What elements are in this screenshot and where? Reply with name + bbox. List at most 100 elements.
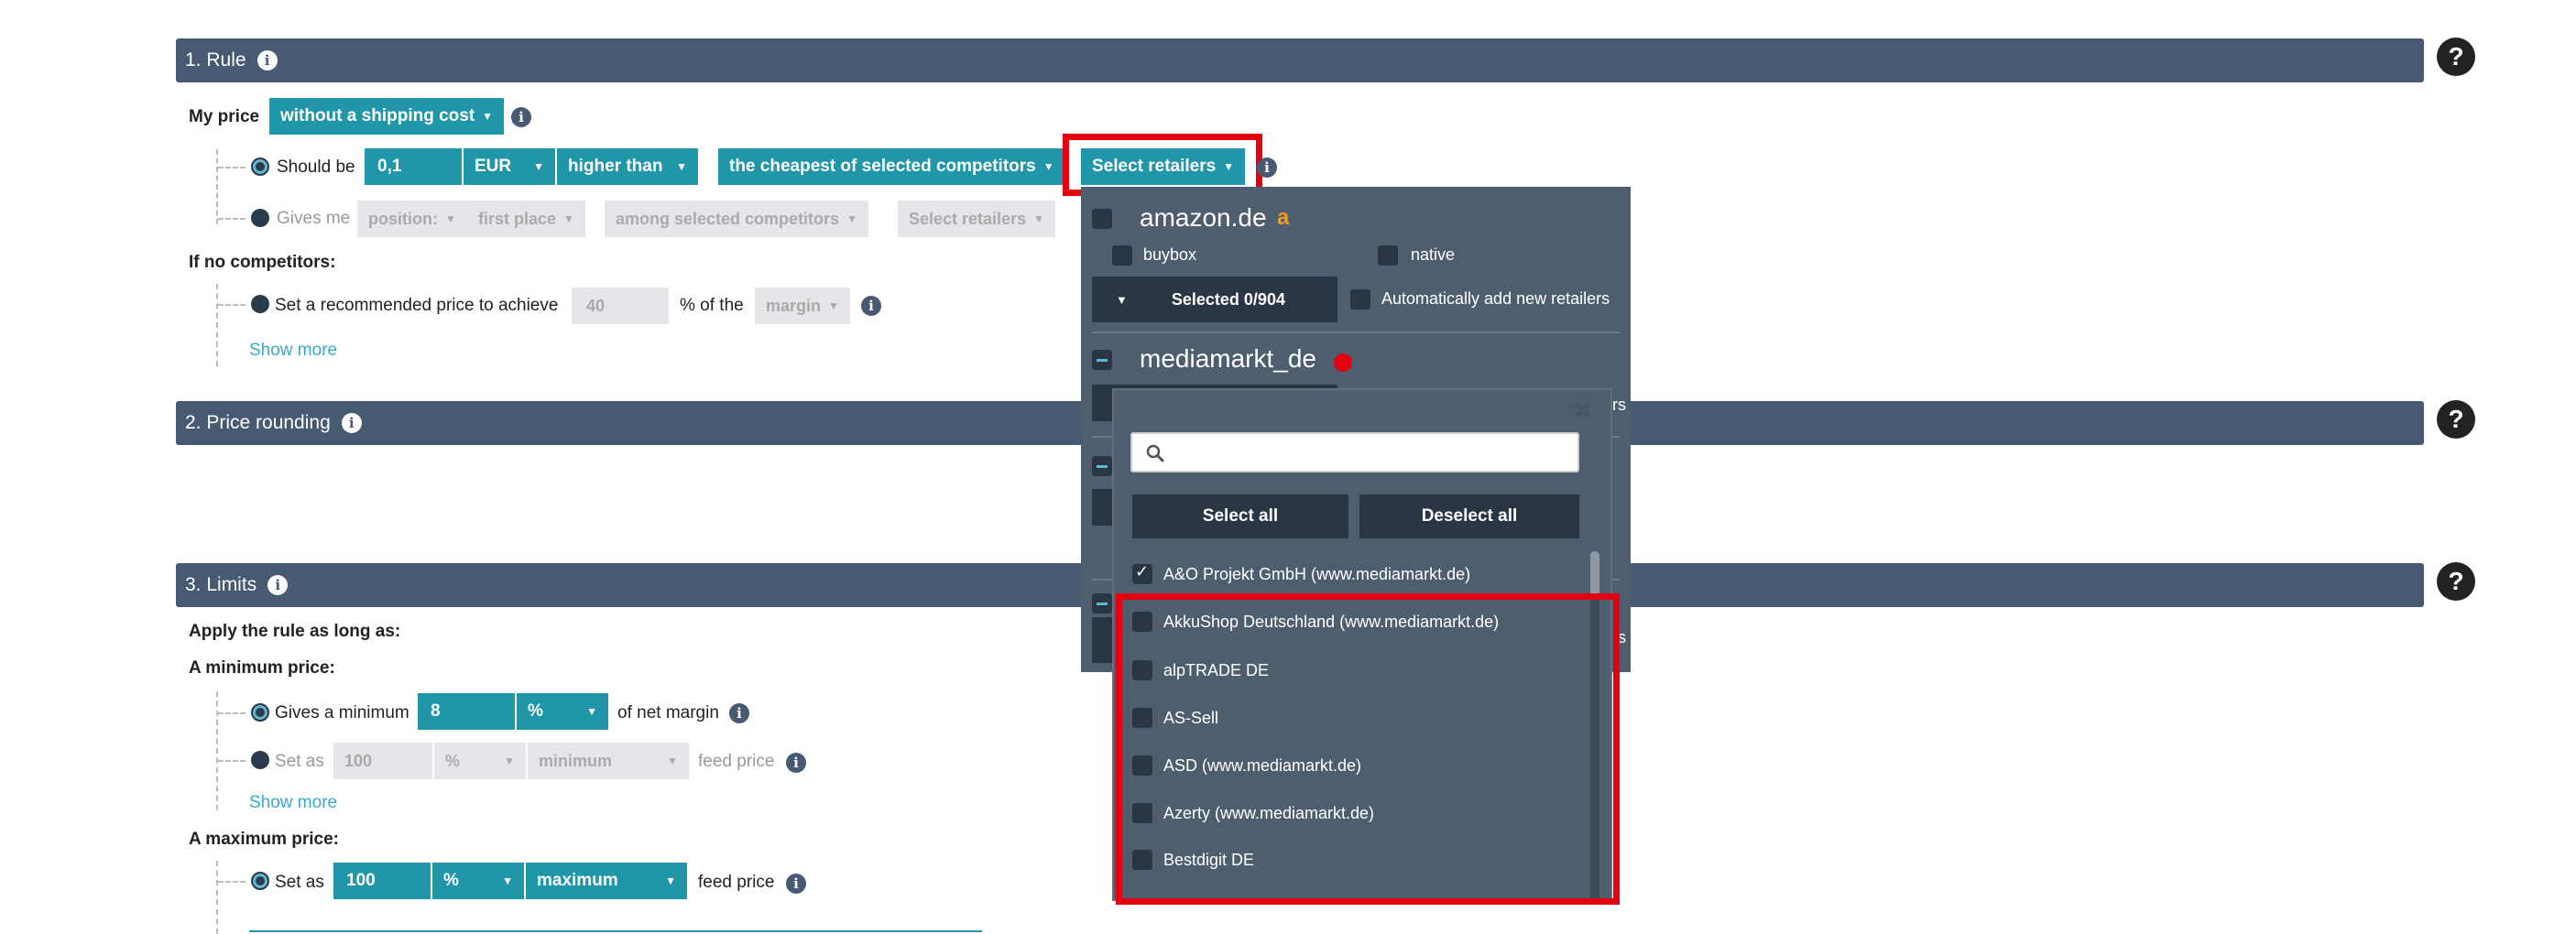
info-icon[interactable]: i	[267, 575, 289, 595]
amount-input[interactable]: 0,1	[365, 148, 464, 185]
help-icon[interactable]: ?	[2437, 400, 2475, 439]
native-checkbox[interactable]	[1378, 245, 1398, 266]
mediamarkt-logo-icon	[1334, 353, 1352, 372]
amazon-checkbox[interactable]	[1092, 209, 1112, 229]
recommended-price-label: Set a recommended price to achieve	[275, 296, 559, 315]
retailer-list-item[interactable]: A&O Projekt GmbH (www.mediamarkt.de)	[1132, 560, 1470, 588]
margin-dropdown[interactable]: margin ▼	[755, 288, 850, 324]
select-retailers-disabled-dropdown[interactable]: Select retailers ▼	[898, 201, 1055, 237]
chevron-down-icon: ▼	[504, 755, 515, 767]
currency-dropdown[interactable]: EUR ▼	[464, 148, 555, 185]
info-icon[interactable]: i	[511, 107, 531, 127]
help-icon[interactable]: ?	[2437, 38, 2475, 76]
gives-me-label: Gives me	[277, 209, 351, 228]
maximum-dropdown[interactable]: maximum ▼	[526, 863, 687, 899]
chevron-down-icon: ▼	[667, 755, 678, 767]
buybox-checkbox[interactable]	[1112, 245, 1132, 266]
gives-me-radio[interactable]	[251, 209, 269, 227]
button-label: Selected 0/904	[1171, 289, 1285, 309]
my-price-label: My price	[189, 107, 260, 126]
dropdown-label: margin	[766, 296, 822, 315]
chevron-down-icon: ▼	[828, 299, 839, 312]
tree-branch	[218, 712, 246, 714]
comparison-dropdown[interactable]: higher than ▼	[557, 148, 698, 185]
section-title: 3. Limits	[185, 574, 257, 595]
net-margin-label: of net margin	[617, 703, 719, 722]
dropdown-label: the cheapest of selected competitors	[729, 157, 1036, 176]
section-header-rule: 1. Rule i	[176, 38, 2424, 82]
max-unit-dropdown[interactable]: % ▼	[432, 863, 524, 899]
tree-branch	[218, 304, 246, 306]
min-margin-input[interactable]: 8	[418, 693, 517, 730]
info-icon[interactable]: i	[786, 874, 806, 894]
retailer-checkbox[interactable]	[1092, 593, 1112, 614]
place-dropdown[interactable]: first place ▼	[467, 201, 585, 237]
chevron-down-icon: ▼	[533, 160, 544, 173]
select-all-button[interactable]: Select all	[1132, 494, 1348, 538]
tree-branch	[218, 760, 246, 762]
progress-line	[249, 930, 982, 932]
scrollbar-thumb[interactable]	[1590, 551, 1599, 597]
set-as-value-input[interactable]: 100	[333, 743, 432, 779]
info-icon[interactable]: i	[1257, 157, 1277, 178]
chevron-down-icon: ▼	[846, 212, 857, 225]
dropdown-label: %	[445, 751, 461, 770]
amazon-retailer-name: amazon.de	[1140, 203, 1267, 232]
show-more-link[interactable]: Show more	[249, 341, 337, 361]
chevron-down-icon: ▼	[563, 212, 574, 225]
info-icon[interactable]: i	[729, 703, 749, 723]
mediamarkt-checkbox[interactable]	[1092, 350, 1112, 370]
chevron-down-icon: ▼	[482, 110, 494, 123]
competitor-dropdown[interactable]: the cheapest of selected competitors ▼	[718, 148, 1065, 185]
dropdown-label: maximum	[537, 871, 618, 890]
max-feed-price-label: feed price	[698, 873, 775, 892]
chevron-down-icon: ▼	[444, 212, 456, 225]
highlight-box	[1116, 593, 1620, 905]
retailer-checkbox[interactable]	[1132, 562, 1152, 584]
close-icon[interactable]: ✖	[1572, 396, 1593, 426]
selected-retailers-button[interactable]: ▼ Selected 0/904	[1092, 277, 1337, 322]
position-dropdown[interactable]: position: ▼	[357, 201, 467, 237]
chevron-down-icon: ▼	[1033, 212, 1044, 225]
maximum-price-label: A maximum price:	[189, 830, 340, 849]
max-value-input[interactable]: 100	[333, 863, 432, 899]
shipping-cost-dropdown[interactable]: without a shipping cost ▼	[269, 98, 505, 135]
gives-minimum-label: Gives a minimum	[275, 703, 409, 722]
max-set-as-label: Set as	[275, 873, 324, 892]
chevron-down-icon: ▼	[1042, 160, 1054, 173]
retailer-checkbox[interactable]	[1092, 456, 1112, 476]
set-as-unit-dropdown[interactable]: % ▼	[434, 743, 526, 779]
info-icon[interactable]: i	[341, 413, 362, 433]
if-no-competitors-label: If no competitors:	[189, 253, 336, 272]
gives-minimum-radio[interactable]	[251, 703, 269, 722]
feed-price-label: feed price	[698, 752, 775, 771]
minimum-dropdown[interactable]: minimum ▼	[528, 743, 689, 779]
min-unit-dropdown[interactable]: % ▼	[517, 693, 608, 730]
should-be-radio[interactable]	[251, 157, 269, 176]
tree-branch	[218, 167, 246, 168]
auto-add-checkbox[interactable]	[1350, 289, 1370, 310]
recommended-value-input[interactable]: 40	[572, 288, 669, 324]
info-icon[interactable]: i	[786, 753, 806, 773]
among-dropdown[interactable]: among selected competitors ▼	[605, 201, 868, 237]
native-label: native	[1411, 245, 1456, 264]
search-icon	[1146, 444, 1164, 462]
recommended-price-radio[interactable]	[251, 295, 269, 313]
info-icon[interactable]: i	[861, 296, 881, 316]
show-more-link[interactable]: Show more	[249, 793, 337, 813]
set-as-radio[interactable]	[251, 751, 269, 769]
tree-line	[216, 861, 218, 934]
deselect-all-button[interactable]: Deselect all	[1359, 494, 1579, 538]
max-set-as-radio[interactable]	[251, 872, 269, 890]
tree-branch	[218, 881, 246, 883]
dropdown-label: among selected competitors	[616, 209, 840, 228]
help-icon[interactable]: ?	[2437, 562, 2475, 601]
percent-of-label: % of the	[680, 296, 744, 315]
search-input[interactable]	[1130, 432, 1579, 472]
dropdown-label: minimum	[539, 751, 613, 770]
dropdown-label: %	[528, 701, 543, 721]
dropdown-label: position:	[368, 209, 438, 228]
should-be-label: Should be	[277, 157, 355, 177]
mediamarkt-retailer-name: mediamarkt_de	[1140, 344, 1316, 373]
info-icon[interactable]: i	[257, 50, 278, 71]
